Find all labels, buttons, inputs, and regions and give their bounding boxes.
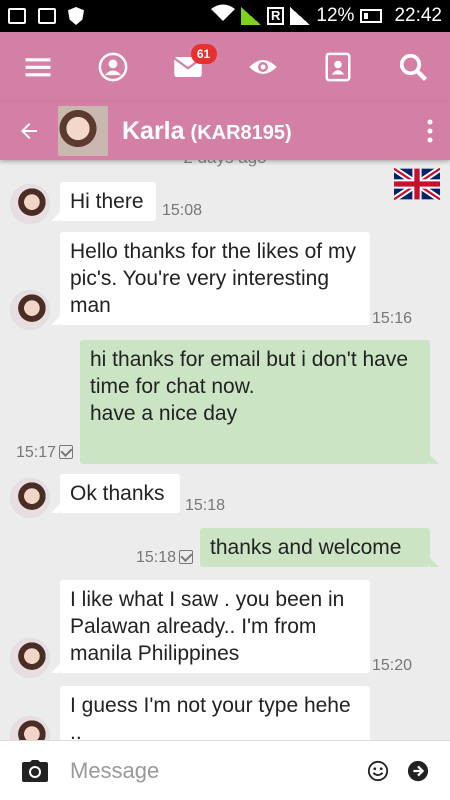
sender-avatar[interactable] — [10, 290, 50, 330]
uk-flag-icon — [394, 168, 440, 200]
signal-icon — [241, 7, 262, 25]
search-button[interactable] — [388, 42, 438, 92]
wifi-icon — [211, 4, 236, 28]
top-toolbar: 61 — [0, 32, 450, 102]
message-time: 15:17 — [16, 444, 74, 462]
read-check-icon — [59, 445, 74, 459]
message-time-text: 15:18 — [136, 549, 177, 566]
camera-icon — [22, 759, 48, 782]
outgoing-message[interactable]: thanks and welcome — [200, 528, 439, 567]
roaming-indicator: R — [267, 7, 285, 25]
contact-name: Karla — [122, 116, 185, 145]
emoji-icon — [367, 760, 389, 781]
contacts-button[interactable] — [313, 42, 363, 92]
message-list[interactable]: 2 days ago Hi there 15:08 Hello thanks f… — [0, 160, 450, 740]
search-icon — [399, 53, 427, 82]
profile-button[interactable] — [88, 42, 138, 92]
battery-icon — [360, 9, 383, 23]
incoming-message[interactable]: Ok thanks — [51, 474, 180, 513]
camera-button[interactable] — [0, 741, 70, 800]
message-input[interactable] — [70, 757, 358, 784]
emoji-button[interactable] — [358, 741, 398, 800]
profile-icon — [98, 52, 127, 82]
message-time: 15:16 — [372, 310, 413, 327]
send-button[interactable] — [398, 741, 438, 800]
contact-id: (KAR8195) — [190, 121, 292, 144]
eye-icon — [248, 60, 277, 74]
notification-icon — [8, 8, 26, 24]
message-time: 15:18 — [185, 497, 226, 514]
more-vert-icon — [427, 119, 433, 143]
overflow-menu-button[interactable] — [410, 102, 450, 160]
message-input-bar — [0, 740, 450, 800]
incoming-message[interactable]: I guess I'm not your type hehe .. — [60, 686, 370, 740]
arrow-back-icon — [21, 123, 37, 139]
contact-name-group[interactable]: Karla (KAR8195) — [122, 117, 292, 146]
date-divider: 2 days ago — [0, 160, 450, 168]
image-notification-icon — [38, 8, 56, 24]
incoming-message[interactable]: Hello thanks for the likes of my pic's. … — [51, 232, 370, 325]
sender-avatar[interactable] — [10, 478, 50, 518]
message-time: 15:18 — [136, 549, 194, 567]
sender-avatar[interactable] — [10, 184, 50, 224]
menu-button[interactable] — [13, 42, 63, 92]
clock: 22:42 — [394, 5, 442, 26]
mail-badge: 61 — [190, 44, 217, 64]
shield-icon — [68, 7, 84, 25]
mail-button[interactable]: 61 — [163, 42, 217, 92]
back-button[interactable] — [0, 102, 58, 160]
sender-avatar[interactable] — [10, 716, 50, 740]
signal-icon-2 — [290, 7, 311, 25]
sender-avatar[interactable] — [10, 638, 50, 678]
visitors-button[interactable] — [238, 42, 288, 92]
outgoing-message[interactable]: hi thanks for email but i don't have tim… — [80, 340, 439, 464]
message-time-text: 15:17 — [16, 444, 57, 461]
contacts-icon — [325, 52, 350, 82]
contact-avatar[interactable] — [58, 106, 108, 156]
incoming-message[interactable]: I like what I saw . you been in Palawan … — [51, 580, 370, 673]
chat-header: Karla (KAR8195) — [0, 102, 450, 160]
menu-icon — [25, 58, 50, 77]
message-time: 15:08 — [162, 202, 203, 219]
status-bar: R 12% 22:42 — [0, 0, 450, 32]
incoming-message[interactable]: Hi there — [51, 182, 156, 221]
battery-percent: 12% — [316, 5, 355, 26]
message-time: 15:20 — [372, 657, 413, 674]
send-arrow-icon — [407, 760, 429, 781]
read-check-icon — [179, 550, 194, 564]
